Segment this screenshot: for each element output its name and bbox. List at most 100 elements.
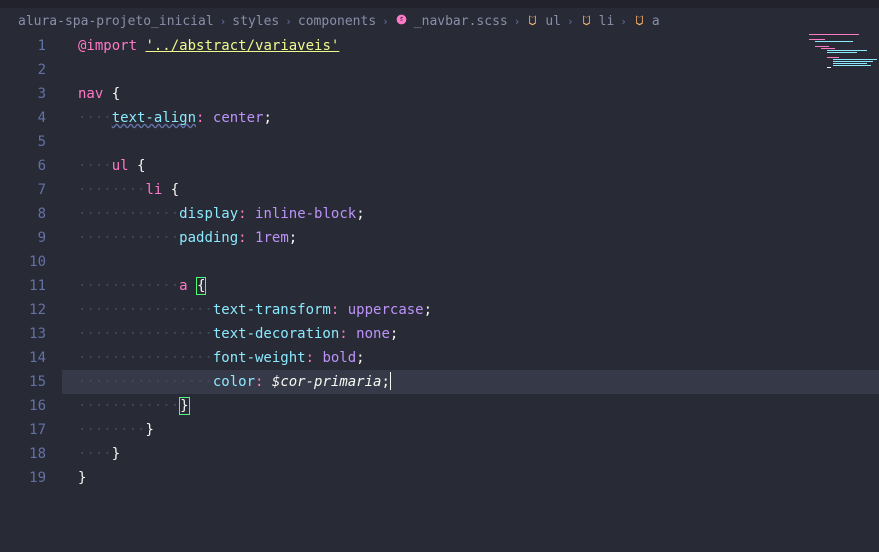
brace-token: { <box>171 182 179 198</box>
line-number: 14 <box>0 346 46 370</box>
brace-token: } <box>78 470 86 486</box>
brace-token: } <box>179 397 189 415</box>
keyword-token: @import <box>78 38 137 54</box>
line-number: 1 <box>0 34 46 58</box>
punct-token: : <box>306 350 314 366</box>
code-line[interactable]: ········li { <box>78 178 879 202</box>
line-number: 13 <box>0 322 46 346</box>
code-line[interactable]: ················text-decoration: none; <box>78 322 879 346</box>
punct-token: ; <box>356 206 364 222</box>
punct-token: : <box>331 302 339 318</box>
variable-token: $cor-primaria <box>272 374 382 390</box>
code-line[interactable] <box>78 130 879 154</box>
punct-token: ; <box>424 302 432 318</box>
chevron-right-icon: › <box>567 15 574 28</box>
code-line[interactable]: ············display: inline-block; <box>78 202 879 226</box>
chevron-right-icon: › <box>382 15 389 28</box>
value-token: 1rem <box>255 230 289 246</box>
property-token: display <box>179 206 238 222</box>
brace-token: { <box>112 86 120 102</box>
line-number: 17 <box>0 418 46 442</box>
punct-token: ; <box>390 326 398 342</box>
value-token: inline-block <box>255 206 356 222</box>
line-gutter: 1 2 3 4 5 6 7 8 9 10 11 12 13 14 15 16 1… <box>0 34 62 490</box>
code-line[interactable]: nav { <box>78 82 879 106</box>
tabs-bar <box>0 0 879 8</box>
tag-token: ul <box>112 158 129 174</box>
brace-token: { <box>196 277 206 295</box>
breadcrumb-item[interactable]: ul <box>545 14 561 29</box>
property-token: text-transform <box>213 302 331 318</box>
breadcrumb-item[interactable]: alura-spa-projeto_inicial <box>18 14 214 29</box>
chevron-right-icon: › <box>620 15 627 28</box>
chevron-right-icon: › <box>220 15 227 28</box>
tag-token: nav <box>78 86 103 102</box>
code-line[interactable]: } <box>78 466 879 490</box>
line-number: 16 <box>0 394 46 418</box>
chevron-right-icon: › <box>285 15 292 28</box>
breadcrumb-item[interactable]: components <box>298 14 376 29</box>
property-token: color <box>213 374 255 390</box>
punct-token: : <box>238 206 246 222</box>
property-token: text-align <box>112 110 196 126</box>
property-token: padding <box>179 230 238 246</box>
code-line[interactable]: ············} <box>78 394 879 418</box>
punct-token: ; <box>263 110 271 126</box>
code-line[interactable]: @import '../abstract/variaveis' <box>78 34 879 58</box>
punct-token: : <box>255 374 263 390</box>
code-line[interactable]: ········} <box>78 418 879 442</box>
tag-token: li <box>145 182 162 198</box>
code-line[interactable]: ············padding: 1rem; <box>78 226 879 250</box>
punct-token: ; <box>289 230 297 246</box>
property-token: font-weight <box>213 350 306 366</box>
code-line[interactable] <box>78 58 879 82</box>
punct-token: ; <box>381 374 389 390</box>
punct-token: ; <box>356 350 364 366</box>
line-number: 5 <box>0 130 46 154</box>
value-token: center <box>213 110 264 126</box>
code-line[interactable] <box>78 250 879 274</box>
value-token: none <box>356 326 390 342</box>
symbol-icon <box>526 13 539 30</box>
line-number: 19 <box>0 466 46 490</box>
line-number: 4 <box>0 106 46 130</box>
code-content[interactable]: @import '../abstract/variaveis' nav { ··… <box>62 34 879 490</box>
tag-token: a <box>179 278 187 294</box>
punct-token: : <box>238 230 246 246</box>
punct-token: : <box>339 326 347 342</box>
punct-token: : <box>196 110 204 126</box>
code-line[interactable]: ············a { <box>78 274 879 298</box>
minimap[interactable] <box>799 34 879 134</box>
property-token: text-decoration <box>213 326 339 342</box>
code-line[interactable]: ····ul { <box>78 154 879 178</box>
scss-file-icon <box>395 13 408 29</box>
string-token: '../abstract/variaveis' <box>145 38 339 54</box>
value-token: uppercase <box>348 302 424 318</box>
code-line-current[interactable]: ················color: $cor-primaria; <box>62 370 879 394</box>
symbol-icon <box>633 13 646 30</box>
line-number: 7 <box>0 178 46 202</box>
breadcrumb-item[interactable]: styles <box>232 14 279 29</box>
code-line[interactable]: ················font-weight: bold; <box>78 346 879 370</box>
breadcrumb-item[interactable]: a <box>652 14 660 29</box>
line-number: 2 <box>0 58 46 82</box>
brace-token: } <box>145 422 153 438</box>
editor-area[interactable]: 1 2 3 4 5 6 7 8 9 10 11 12 13 14 15 16 1… <box>0 34 879 490</box>
line-number: 8 <box>0 202 46 226</box>
line-number: 6 <box>0 154 46 178</box>
line-number: 18 <box>0 442 46 466</box>
line-number: 3 <box>0 82 46 106</box>
breadcrumb-item[interactable]: _navbar.scss <box>414 14 508 29</box>
breadcrumb-item[interactable]: li <box>599 14 615 29</box>
chevron-right-icon: › <box>514 15 521 28</box>
brace-token: { <box>137 158 145 174</box>
symbol-icon <box>580 13 593 30</box>
code-line[interactable]: ················text-transform: uppercas… <box>78 298 879 322</box>
code-line[interactable]: ····text-align: center; <box>78 106 879 130</box>
line-number: 11 <box>0 274 46 298</box>
code-line[interactable]: ····} <box>78 442 879 466</box>
text-cursor <box>390 372 391 390</box>
breadcrumbs: alura-spa-projeto_inicial › styles › com… <box>0 8 879 34</box>
value-token: bold <box>322 350 356 366</box>
line-number: 12 <box>0 298 46 322</box>
